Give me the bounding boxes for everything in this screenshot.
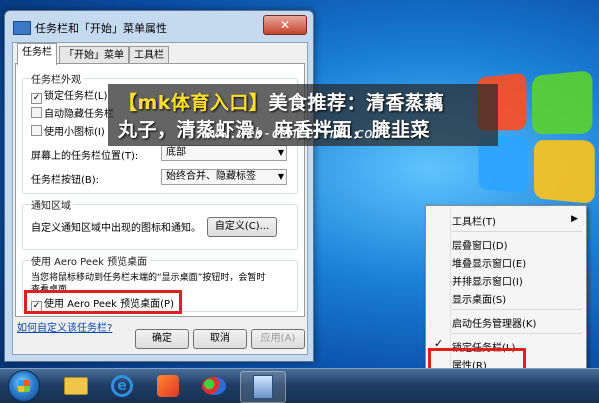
banner-title-bracket: 【mk体育入口】 <box>118 92 268 114</box>
submenu-arrow-icon: ▶ <box>571 214 578 224</box>
highlight-box <box>24 290 182 314</box>
ok-button[interactable]: 确定 <box>135 329 189 349</box>
help-link[interactable]: 如何自定义该任务栏? <box>17 319 112 334</box>
autohide-label: 自动隐藏任务栏 <box>44 109 114 120</box>
computer-icon <box>253 375 273 399</box>
desktop: 任务栏和「开始」菜单属性 ✕ 任务栏 「开始」菜单 工具栏 任务栏外观 ✓ 锁定任… <box>0 0 599 402</box>
buttons-label: 任务栏按钮(B): <box>31 171 99 186</box>
checkbox-box: ✓ <box>31 93 42 104</box>
paint-icon <box>202 377 226 395</box>
menu-separator <box>452 231 582 232</box>
taskbar[interactable]: e <box>0 368 599 403</box>
notification-desc: 自定义通知区域中出现的图标和通知。 <box>31 219 201 234</box>
menu-separator <box>452 309 582 310</box>
tab-toolbars[interactable]: 工具栏 <box>129 46 169 64</box>
cancel-button[interactable]: 取消 <box>193 329 247 349</box>
chevron-down-icon: ▼ <box>278 170 284 184</box>
windows-flag-icon <box>18 380 30 392</box>
taskbar-explorer[interactable] <box>54 371 98 401</box>
chevron-down-icon: ▼ <box>278 146 284 160</box>
buttons-value: 始终合并、隐藏标签 <box>166 171 256 182</box>
small-icons-label: 使用小图标(I) <box>44 127 105 138</box>
start-button[interactable] <box>8 370 40 402</box>
taskbar-ie[interactable]: e <box>100 371 144 401</box>
menu-item-toolbars[interactable]: 工具栏(T) <box>452 213 496 228</box>
checkbox-box <box>31 107 42 118</box>
taskbar-app-tool[interactable] <box>146 371 190 401</box>
dialog-title: 任务栏和「开始」菜单属性 <box>35 20 167 36</box>
notification-group: 通知区域 自定义通知区域中出现的图标和通知。 自定义(C)... <box>22 204 298 250</box>
tab-taskbar[interactable]: 任务栏 <box>17 43 57 65</box>
overlay-banner: 【mk体育入口】美食推荐：清香蒸藕 丸子，清蒸虾滑，麻香拌面，腌韭菜 www.w… <box>108 84 498 146</box>
app-icon <box>157 375 179 397</box>
location-label: 屏幕上的任务栏位置(T): <box>31 147 138 162</box>
banner-title-rest: 美食推荐：清香蒸藕 <box>268 92 444 114</box>
window-icon <box>13 21 31 35</box>
taskbar-properties-window[interactable] <box>240 371 286 403</box>
buttons-select[interactable]: 始终合并、隐藏标签 ▼ <box>161 169 287 185</box>
small-icons-checkbox[interactable]: 使用小图标(I) <box>31 123 105 138</box>
location-select[interactable]: 底部 ▼ <box>161 145 287 161</box>
menu-item-stack[interactable]: 堆叠显示窗口(E) <box>452 255 526 270</box>
close-button[interactable]: ✕ <box>263 15 307 35</box>
lock-taskbar-checkbox[interactable]: ✓ 锁定任务栏(L) <box>31 87 107 104</box>
dialog-titlebar[interactable]: 任务栏和「开始」菜单属性 ✕ <box>5 11 313 41</box>
aero-peek-legend: 使用 Aero Peek 预览桌面 <box>29 253 149 268</box>
appearance-legend: 任务栏外观 <box>29 71 83 86</box>
lock-taskbar-label: 锁定任务栏(L) <box>44 91 107 102</box>
checkbox-box <box>31 125 42 136</box>
folder-icon <box>64 377 88 395</box>
menu-item-show-desktop[interactable]: 显示桌面(S) <box>452 291 506 306</box>
autohide-checkbox[interactable]: 自动隐藏任务栏 <box>31 105 114 120</box>
customize-button[interactable]: 自定义(C)... <box>207 217 277 237</box>
menu-separator <box>452 333 582 334</box>
tab-start-menu[interactable]: 「开始」菜单 <box>59 46 129 64</box>
taskbar-properties-dialog: 任务栏和「开始」菜单属性 ✕ 任务栏 「开始」菜单 工具栏 任务栏外观 ✓ 锁定任… <box>4 10 314 362</box>
internet-explorer-icon: e <box>111 375 133 397</box>
menu-item-task-manager[interactable]: 启动任务管理器(K) <box>452 315 536 330</box>
menu-item-side-by-side[interactable]: 并排显示窗口(I) <box>452 273 523 288</box>
notification-legend: 通知区域 <box>29 197 73 212</box>
taskbar-paint[interactable] <box>192 371 236 401</box>
apply-button[interactable]: 应用(A) <box>251 329 305 349</box>
menu-item-cascade[interactable]: 层叠窗口(D) <box>452 237 508 252</box>
banner-url: www.web-center-mk.com <box>204 126 381 142</box>
location-value: 底部 <box>166 147 186 158</box>
